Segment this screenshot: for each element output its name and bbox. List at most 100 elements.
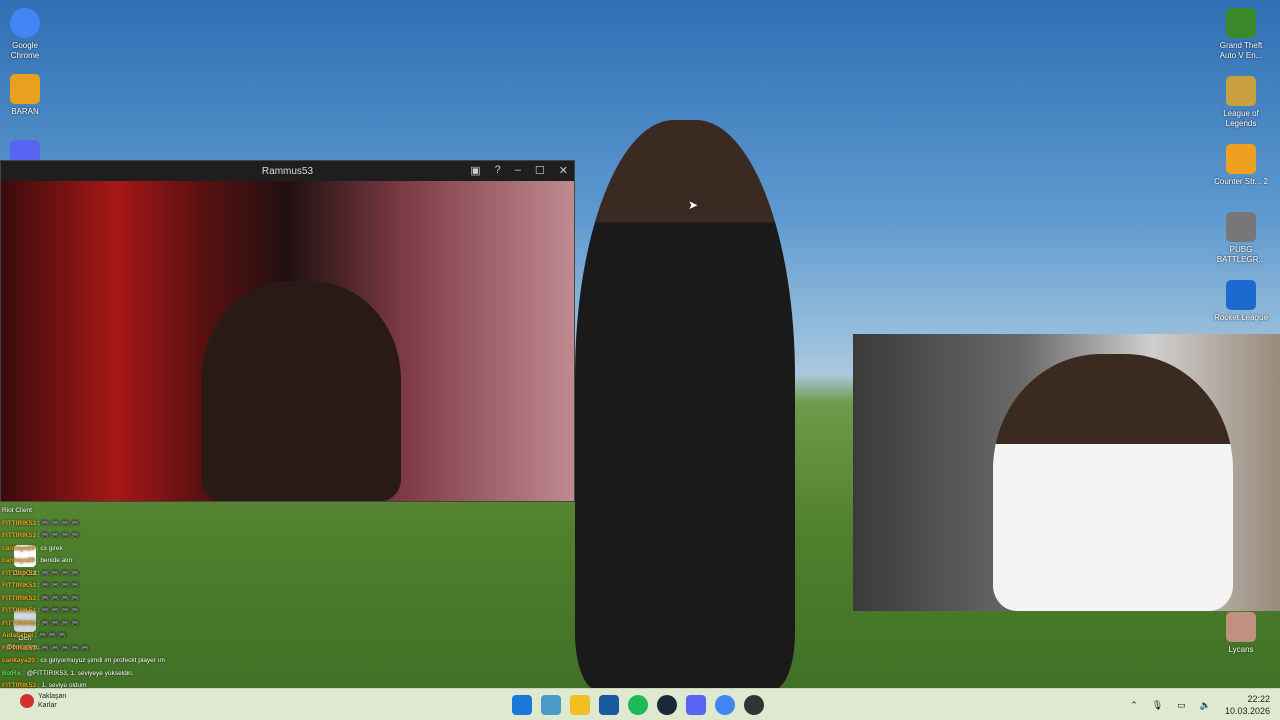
- maximize-icon[interactable]: ☐: [535, 164, 545, 177]
- show-hidden-icons-chevron-icon[interactable]: ⌃: [1130, 700, 1138, 711]
- desktop-icon[interactable]: Grand Theft Auto V En...: [1213, 8, 1269, 61]
- copilot-icon[interactable]: [541, 695, 561, 715]
- windows-start-icon[interactable]: [512, 695, 532, 715]
- chat-message: FITTIRIK53 : 🎮 🎮 🎮 🎮: [2, 593, 202, 606]
- steam-icon[interactable]: [657, 695, 677, 715]
- chat-message: FITTIRIK53 : 🎮 🎮 🎮 🎮: [2, 518, 202, 531]
- chrome-icon: [10, 8, 40, 38]
- desktop-icon[interactable]: PUBG BATTLEGR...: [1213, 212, 1269, 265]
- chat-username: FITTIRIK53: [2, 594, 36, 602]
- mouse-cursor-icon: ➤: [688, 198, 699, 212]
- cs2-icon: [1226, 144, 1256, 174]
- chat-text: : @FITTIRIK53, 1. seviyeye yükseldin.: [22, 669, 134, 677]
- chat-username: FITTIRIK53: [2, 619, 36, 627]
- desktop-icon-label: PUBG BATTLEGR...: [1216, 245, 1266, 264]
- discord-icon[interactable]: [686, 695, 706, 715]
- file-explorer-icon[interactable]: [570, 695, 590, 715]
- chat-header: Riot Client: [2, 507, 32, 514]
- app-icon: [10, 74, 40, 104]
- desktop-icon[interactable]: BARAN: [0, 74, 53, 117]
- chat-text: : 🎮 🎮 🎮 🎮: [37, 519, 80, 527]
- help-icon[interactable]: ?: [495, 164, 501, 177]
- store-icon[interactable]: [599, 695, 619, 715]
- chat-text: : 🎮 🎮 🎮 🎮: [37, 594, 80, 602]
- desktop-icon[interactable]: Lycans: [1213, 612, 1269, 655]
- chat-message: FITTIRIK53 : 🎮 🎮 🎮 🎮 🎮: [2, 643, 202, 656]
- chat-username: FITTIRIK53: [2, 682, 36, 689]
- window-titlebar[interactable]: Rammus53 ▣ ? – ☐ ✕: [1, 161, 574, 181]
- chat-message: cankaya20 : cs girek: [2, 543, 202, 556]
- chat-text: : 1. seviye oldum: [37, 682, 87, 689]
- chat-username: cankaya20: [2, 657, 35, 664]
- chat-username: FITTIRIK53: [2, 582, 36, 589]
- chat-username: FITTIRIK53: [2, 644, 36, 652]
- weather-widget[interactable]: Yaklaşan Karlar: [20, 692, 78, 710]
- chat-text: : 🎮 🎮 🎮 🎮: [37, 532, 80, 539]
- chat-username: cankaya20: [2, 544, 35, 552]
- spotify-icon[interactable]: [628, 695, 648, 715]
- chat-message: FITTIRIK53 : 🎮 🎮 🎮 🎮: [2, 568, 202, 581]
- chat-username: cankaya20: [2, 557, 35, 564]
- microphone-icon[interactable]: 🎙: [1152, 700, 1163, 711]
- time: 22:22: [1247, 694, 1270, 704]
- desktop-icon[interactable]: Google Chrome: [0, 8, 53, 61]
- chat-message: FITTIRIK53 : 1. seviye oldum: [2, 680, 202, 693]
- date: 10.03.2026: [1224, 706, 1270, 716]
- chat-message: FITTIRIK53 : 🎮 🎮 🎮 🎮: [2, 605, 202, 618]
- chat-text: : 🎮 🎮 🎮 🎮: [37, 607, 80, 614]
- clock[interactable]: 22:22 10.03.2026: [1225, 693, 1270, 717]
- obs-icon[interactable]: [744, 695, 764, 715]
- desktop-icon-label: Rocket League: [1214, 313, 1268, 322]
- chat-message: FITTIRIK53 : 🎮 🎮 🎮 🎮: [2, 530, 202, 543]
- lol-icon: [1226, 76, 1256, 106]
- chat-text: : cs giriyormuyuz şimdi ım profeckt play…: [36, 657, 165, 664]
- minimize-icon[interactable]: –: [515, 164, 521, 177]
- volume-icon[interactable]: 🔈: [1200, 700, 1211, 711]
- chat-username: FITTIRIK53: [2, 532, 36, 539]
- desktop-icon[interactable]: Counter Str... 2: [1213, 144, 1269, 187]
- network-icon[interactable]: ▭: [1177, 700, 1186, 711]
- chat-text: : 🎮 🎮 🎮: [34, 632, 67, 639]
- pip-icon[interactable]: ▣: [470, 164, 480, 177]
- desktop-icon[interactable]: Rocket League: [1213, 280, 1269, 323]
- chat-text: : 🎮 🎮 🎮 🎮: [37, 619, 80, 627]
- desktop-icon-label: League of Legends: [1223, 109, 1259, 128]
- desktop-icon[interactable]: League of Legends: [1213, 76, 1269, 129]
- chat-message: cankaya20 : benide alın: [2, 555, 202, 568]
- taskbar: ⌃ 🎙 ▭ 🔈 22:22 10.03.2026: [0, 688, 1280, 720]
- chat-message: AidaEzhel : 🎮 🎮 🎮: [2, 630, 202, 643]
- green-screen-person: [575, 120, 795, 690]
- webcam-feed-2: [853, 334, 1280, 611]
- chat-text: : 🎮 🎮 🎮 🎮: [37, 582, 80, 589]
- chat-message: cankaya20 : cs giriyormuyuz şimdi ım pro…: [2, 655, 202, 668]
- chat-message: FITTIRIK53 : 🎮 🎮 🎮 🎮: [2, 580, 202, 593]
- lycans-icon: [1226, 612, 1256, 642]
- chat-text: : 🎮 🎮 🎮 🎮 🎮: [37, 644, 90, 652]
- chat-message: FITTIRIK53 : 🎮 🎮 🎮 🎮: [2, 618, 202, 631]
- chat-text: : cs girek: [36, 544, 63, 552]
- desktop-icon-label: BARAN: [11, 107, 39, 116]
- chat-message: BotRix : @FITTIRIK53, 1. seviyeye yüksel…: [2, 668, 202, 681]
- weather-icon: [20, 694, 34, 708]
- chat-username: FITTIRIK53: [2, 569, 36, 577]
- desktop-icon-label: Grand Theft Auto V En...: [1219, 41, 1263, 60]
- webcam-feed: [1, 181, 574, 501]
- chat-text: : benide alın: [36, 557, 73, 564]
- window-title: Rammus53: [261, 165, 314, 177]
- desktop-icon-label: Counter Str... 2: [1214, 177, 1268, 186]
- chat-username: BotRix: [2, 669, 22, 677]
- stream-window[interactable]: Rammus53 ▣ ? – ☐ ✕: [0, 160, 575, 502]
- close-icon[interactable]: ✕: [559, 164, 568, 177]
- chat-overlay: Riot Client FITTIRIK53 : 🎮 🎮 🎮 🎮 FITTIRIK…: [2, 505, 202, 693]
- rocket-league-icon: [1226, 280, 1256, 310]
- weather-label: Yaklaşan Karlar: [38, 693, 67, 709]
- chrome-icon[interactable]: [715, 695, 735, 715]
- desktop-icon-label: Lycans: [1228, 645, 1254, 654]
- chat-username: FITTIRIK53: [2, 607, 36, 614]
- gta-icon: [1226, 8, 1256, 38]
- desktop-icon-label: Google Chrome: [10, 41, 40, 60]
- chat-text: : 🎮 🎮 🎮 🎮: [37, 569, 80, 577]
- chat-username: FITTIRIK53: [2, 519, 36, 527]
- chat-username: AidaEzhel: [2, 632, 34, 639]
- pubg-icon: [1226, 212, 1256, 242]
